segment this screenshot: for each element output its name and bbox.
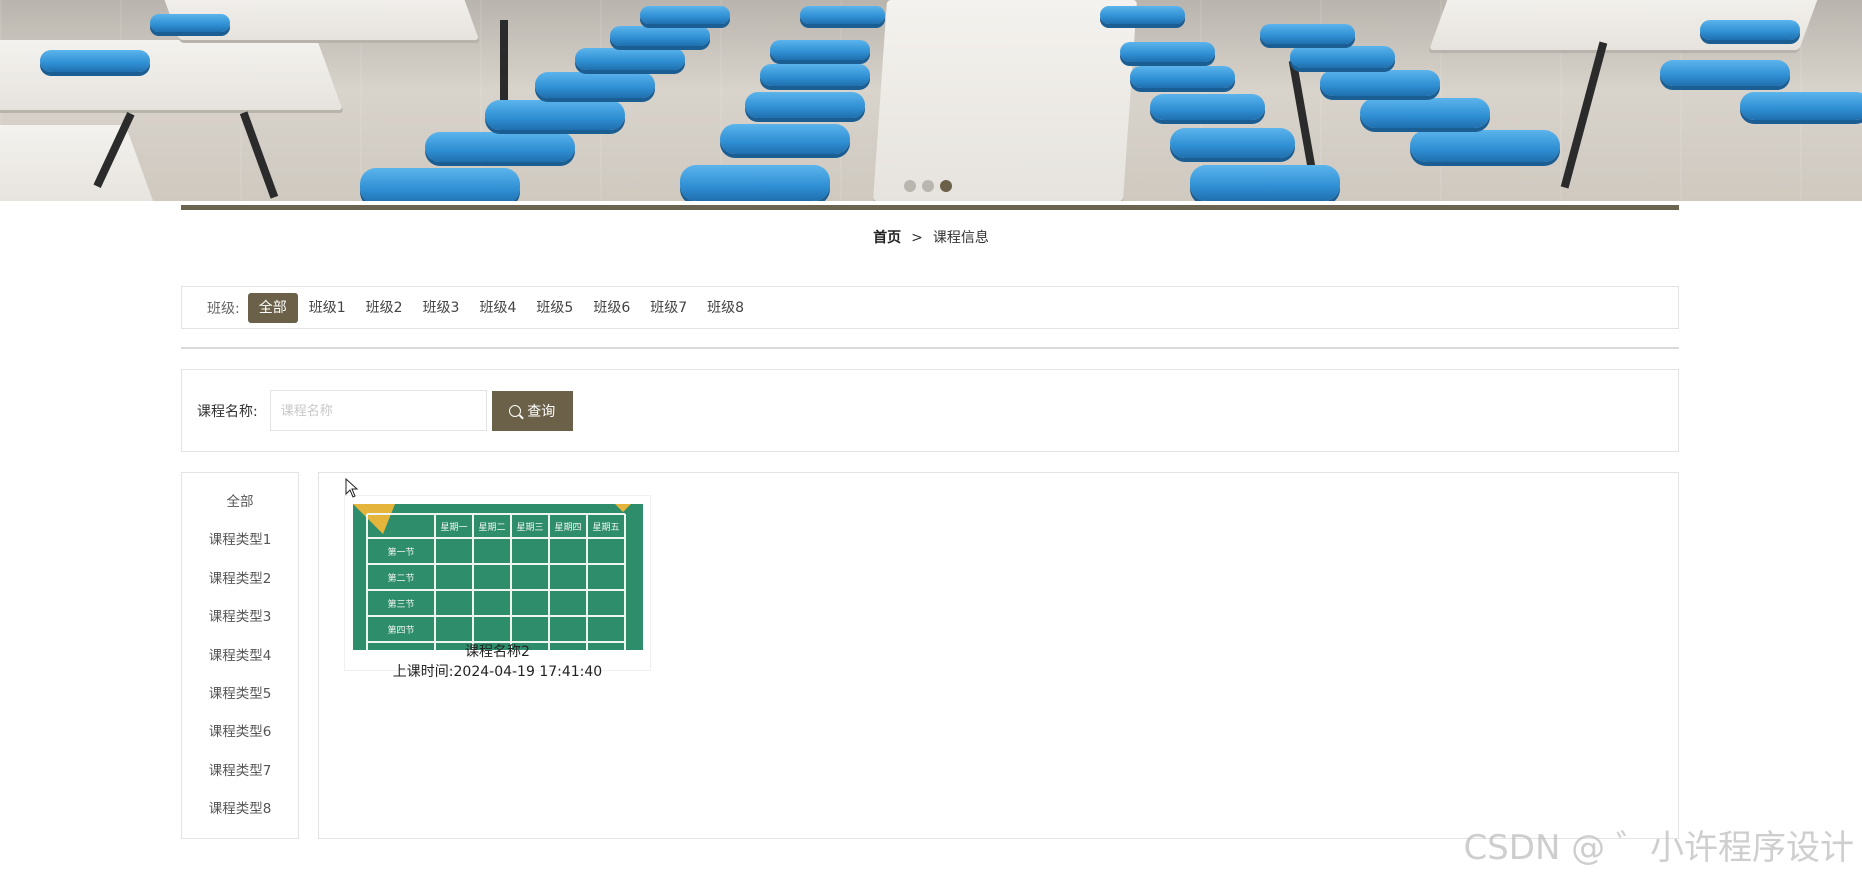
banner-stool <box>1740 92 1862 120</box>
banner-stool <box>1700 20 1800 40</box>
banner-stool <box>1100 6 1185 24</box>
course-type-item[interactable]: 课程类型5 <box>182 675 298 713</box>
banner-stool <box>1410 130 1560 162</box>
banner-stool <box>360 168 520 201</box>
course-type-item[interactable]: 课程类型7 <box>182 752 298 790</box>
banner-stool <box>1190 165 1340 201</box>
banner-stool <box>1290 46 1395 68</box>
banner-stool <box>40 50 150 72</box>
course-name-input[interactable] <box>269 390 487 431</box>
search-panel: 课程名称: 查询 <box>181 369 1679 452</box>
timetable-day: 星期二 <box>478 522 505 533</box>
banner-stool <box>1130 66 1235 88</box>
hero-banner <box>0 0 1862 201</box>
timetable-period: 第四节 <box>387 624 414 636</box>
banner-stool <box>575 48 685 70</box>
section-divider <box>181 347 1679 349</box>
banner-stool <box>680 165 830 201</box>
class-filter-item[interactable]: 班级3 <box>414 293 469 323</box>
banner-stool <box>720 124 850 154</box>
course-time: 上课时间:2024-04-19 17:41:40 <box>392 664 603 680</box>
banner-stool <box>425 132 575 162</box>
course-type-item[interactable]: 课程类型3 <box>182 598 298 636</box>
course-type-item[interactable]: 课程类型6 <box>182 713 298 751</box>
banner-stool <box>610 26 710 46</box>
banner-stool <box>485 100 625 130</box>
banner-stool <box>1260 24 1355 44</box>
banner-stool <box>1170 128 1295 158</box>
carousel-dot[interactable] <box>922 180 934 192</box>
banner-stool <box>1320 70 1440 96</box>
course-card[interactable]: 星期一 星期二 星期三 星期四 星期五 第一节 第二节 第三节 第四节 课程名称… <box>344 495 651 680</box>
timetable-period: 第二节 <box>387 572 414 584</box>
timetable-day: 星期一 <box>440 522 467 533</box>
class-filter-item[interactable]: 班级5 <box>527 293 582 323</box>
carousel-indicators <box>904 180 952 192</box>
banner-stool <box>745 92 865 118</box>
class-filter-item[interactable]: 班级8 <box>698 293 753 323</box>
mouse-cursor-icon <box>345 478 359 498</box>
class-filter-all[interactable]: 全部 <box>247 292 298 323</box>
class-filter-item[interactable]: 班级6 <box>584 293 639 323</box>
banner-stool <box>800 6 885 24</box>
course-name-label: 课程名称: <box>197 403 258 420</box>
class-filter-item[interactable]: 班级1 <box>300 293 355 323</box>
banner-stool <box>150 14 230 32</box>
course-type-item[interactable]: 课程类型4 <box>182 637 298 675</box>
banner-stool <box>640 6 730 24</box>
course-type-sidebar: 全部 课程类型1 课程类型2 课程类型3 课程类型4 课程类型5 课程类型6 课… <box>181 472 299 839</box>
search-button-label: 查询 <box>527 402 556 419</box>
course-type-item[interactable]: 课程类型1 <box>182 521 298 559</box>
banner-table <box>872 0 1138 201</box>
banner-stool <box>770 40 870 60</box>
course-type-all[interactable]: 全部 <box>182 483 298 521</box>
course-type-item[interactable]: 课程类型8 <box>182 790 298 828</box>
search-icon <box>509 404 522 417</box>
breadcrumb: 首页 > 课程信息 <box>0 227 1862 247</box>
class-filter-item[interactable]: 班级4 <box>470 293 525 323</box>
search-button[interactable]: 查询 <box>491 390 573 431</box>
accent-divider <box>181 205 1679 210</box>
class-filter-item[interactable]: 班级7 <box>641 293 696 323</box>
class-filter-bar: 班级: 全部 班级1 班级2 班级3 班级4 班级5 班级6 班级7 班级8 <box>181 286 1679 329</box>
course-type-item[interactable]: 课程类型2 <box>182 560 298 598</box>
banner-stool <box>1150 94 1265 120</box>
watermark: CSDN @ ゛小许程序设计 <box>1463 828 1854 868</box>
breadcrumb-separator: > <box>911 230 923 246</box>
timetable-day: 星期四 <box>554 522 581 533</box>
course-title[interactable]: 课程名称2 <box>345 641 650 661</box>
carousel-dot-active[interactable] <box>940 180 952 192</box>
course-thumbnail[interactable]: 星期一 星期二 星期三 星期四 星期五 第一节 第二节 第三节 第四节 <box>353 504 643 650</box>
timetable-period: 第三节 <box>387 598 414 610</box>
banner-stool <box>1660 60 1790 86</box>
banner-stool <box>1120 42 1215 62</box>
class-filter-label: 班级: <box>207 300 240 317</box>
banner-leg <box>500 20 508 100</box>
course-list: 星期一 星期二 星期三 星期四 星期五 第一节 第二节 第三节 第四节 课程名称… <box>318 472 1679 839</box>
class-filter-item[interactable]: 班级2 <box>357 293 412 323</box>
breadcrumb-current: 课程信息 <box>932 230 989 246</box>
carousel-dot[interactable] <box>904 180 916 192</box>
timetable-image: 星期一 星期二 星期三 星期四 星期五 第一节 第二节 第三节 第四节 <box>353 504 643 650</box>
breadcrumb-home-link[interactable]: 首页 <box>873 230 901 246</box>
timetable-day: 星期三 <box>516 522 543 533</box>
timetable-day: 星期五 <box>592 522 619 533</box>
timetable-period: 第一节 <box>387 546 414 558</box>
banner-stool <box>760 64 870 86</box>
banner-stool <box>535 72 655 98</box>
banner-stool <box>1360 98 1490 128</box>
